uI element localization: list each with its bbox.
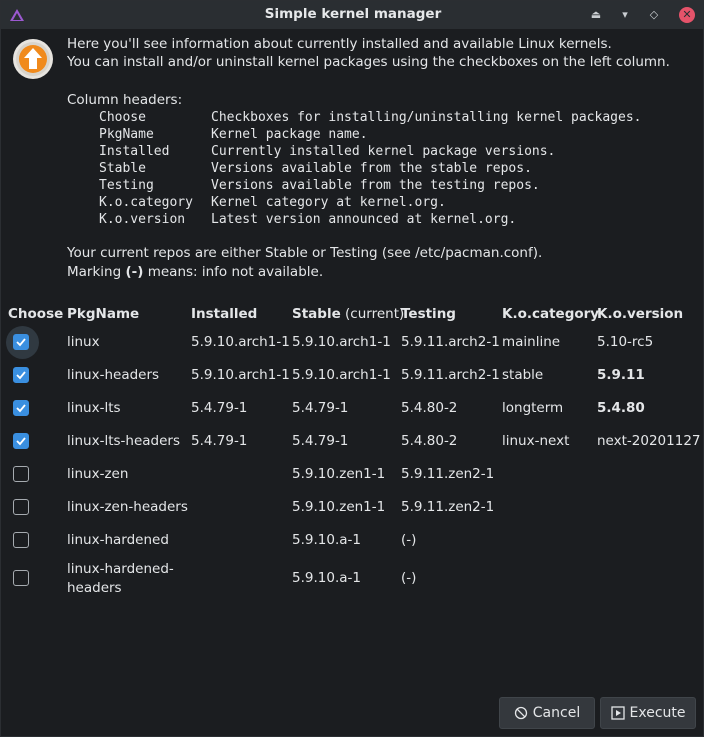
execute-button[interactable]: Execute (600, 697, 696, 729)
marking-note-symbol: (-) (125, 264, 144, 280)
cancel-label: Cancel (532, 705, 581, 721)
cell-koversion: 5.10-rc5 (597, 334, 654, 350)
cell-kocategory: linux-next (502, 433, 570, 449)
column-help-desc: Currently installed kernel package versi… (211, 144, 556, 159)
execute-icon (610, 706, 625, 720)
cell-installed: 5.4.79-1 (191, 433, 248, 449)
cancel-icon (514, 706, 527, 720)
repos-note: Your current repos are either Stable or … (67, 245, 543, 261)
row-checkbox[interactable] (13, 433, 29, 449)
cell-pkgname: linux-headers (67, 367, 160, 383)
row-checkbox[interactable] (13, 334, 29, 350)
column-help-desc: Kernel package name. (211, 127, 368, 142)
cell-pkgname-line2: headers (67, 580, 122, 596)
row-checkbox[interactable] (13, 570, 29, 586)
column-help-name: Testing (99, 178, 154, 193)
upgrade-icon (13, 39, 53, 79)
column-help-name: K.o.category (99, 195, 193, 210)
cell-kocategory: stable (502, 367, 544, 383)
row-checkbox[interactable] (13, 367, 29, 383)
cell-installed: 5.4.79-1 (191, 400, 248, 416)
column-help-desc: Checkboxes for installing/uninstalling k… (211, 110, 642, 125)
header-stable-sub: (current) (340, 306, 405, 322)
cell-installed: 5.9.10.arch1-1 (191, 334, 290, 350)
column-help-name: Choose (99, 110, 146, 125)
header-stable-label: Stable (292, 306, 341, 322)
cell-testing: (-) (401, 532, 417, 548)
cell-pkgname: linux-lts-headers (67, 433, 181, 449)
cell-pkgname: linux-lts (67, 400, 121, 416)
cell-pkgname-line1: linux-hardened- (67, 561, 174, 577)
column-help-name: PkgName (99, 127, 154, 142)
marking-note-post: means: info not available. (143, 264, 324, 280)
cell-stable: 5.9.10.zen1-1 (292, 466, 386, 482)
cell-stable: 5.9.10.a-1 (292, 570, 361, 586)
header-testing: Testing (401, 306, 456, 322)
cell-testing: 5.9.11.zen2-1 (401, 466, 495, 482)
cell-testing: 5.4.80-2 (401, 400, 458, 416)
cell-kocategory: mainline (502, 334, 561, 350)
cell-koversion: 5.9.11 (597, 367, 645, 383)
column-help-desc: Kernel category at kernel.org. (211, 195, 446, 210)
cell-pkgname: linux-zen (67, 466, 129, 482)
cell-testing: (-) (401, 570, 417, 586)
header-koversion: K.o.version (597, 306, 684, 322)
cell-kocategory: longterm (502, 400, 564, 416)
cell-pkgname: linux-zen-headers (67, 499, 188, 515)
cell-pkgname: linux-hardened (67, 532, 169, 548)
column-help-desc: Versions available from the testing repo… (211, 178, 540, 193)
cancel-button[interactable]: Cancel (499, 697, 595, 729)
cell-stable: 5.9.10.arch1-1 (292, 334, 391, 350)
header-choose: Choose (8, 306, 64, 322)
cell-testing: 5.9.11.zen2-1 (401, 499, 495, 515)
marking-note: Marking (-) means: info not available. (67, 263, 323, 281)
cell-testing: 5.9.11.arch2-1 (401, 334, 500, 350)
minimize-icon[interactable]: ▾ (617, 7, 633, 23)
row-checkbox[interactable] (13, 532, 29, 548)
cell-koversion: 5.4.80 (597, 400, 645, 416)
maximize-icon[interactable]: ◇ (646, 7, 662, 23)
cell-stable: 5.9.10.zen1-1 (292, 499, 386, 515)
column-help-heading: Column headers: (67, 92, 183, 108)
shade-icon[interactable]: ⏏ (588, 7, 604, 23)
header-pkgname: PkgName (67, 306, 140, 322)
column-help-name: K.o.version (99, 212, 186, 227)
cell-pkgname: linux (67, 334, 100, 350)
header-stable: Stable (current) (292, 306, 404, 322)
column-help-name: Installed (99, 144, 170, 159)
cell-installed: 5.9.10.arch1-1 (191, 367, 290, 383)
header-installed: Installed (191, 306, 258, 322)
header-kocategory: K.o.category (502, 306, 600, 322)
cell-testing: 5.9.11.arch2-1 (401, 367, 500, 383)
column-help-name: Stable (99, 161, 146, 176)
cell-stable: 5.4.79-1 (292, 433, 349, 449)
column-help-desc: Latest version announced at kernel.org. (211, 212, 517, 227)
row-checkbox[interactable] (13, 499, 29, 515)
row-checkbox[interactable] (13, 466, 29, 482)
row-checkbox[interactable] (13, 400, 29, 416)
cell-stable: 5.9.10.a-1 (292, 532, 361, 548)
dialog-window: Simple kernel manager ⏏ ▾ ◇ ✕ Here you'l… (0, 0, 704, 737)
column-help-desc: Versions available from the stable repos… (211, 161, 532, 176)
marking-note-pre: Marking (67, 264, 126, 280)
execute-label: Execute (629, 705, 686, 721)
intro-text-2: You can install and/or uninstall kernel … (67, 54, 670, 70)
cell-testing: 5.4.80-2 (401, 433, 458, 449)
intro-text-1: Here you'll see information about curren… (67, 36, 612, 52)
cell-stable: 5.9.10.arch1-1 (292, 367, 391, 383)
cell-stable: 5.4.79-1 (292, 400, 349, 416)
cell-koversion: next-20201127 (597, 433, 701, 449)
close-icon[interactable]: ✕ (679, 7, 695, 23)
titlebar: Simple kernel manager ⏏ ▾ ◇ ✕ (1, 1, 704, 29)
